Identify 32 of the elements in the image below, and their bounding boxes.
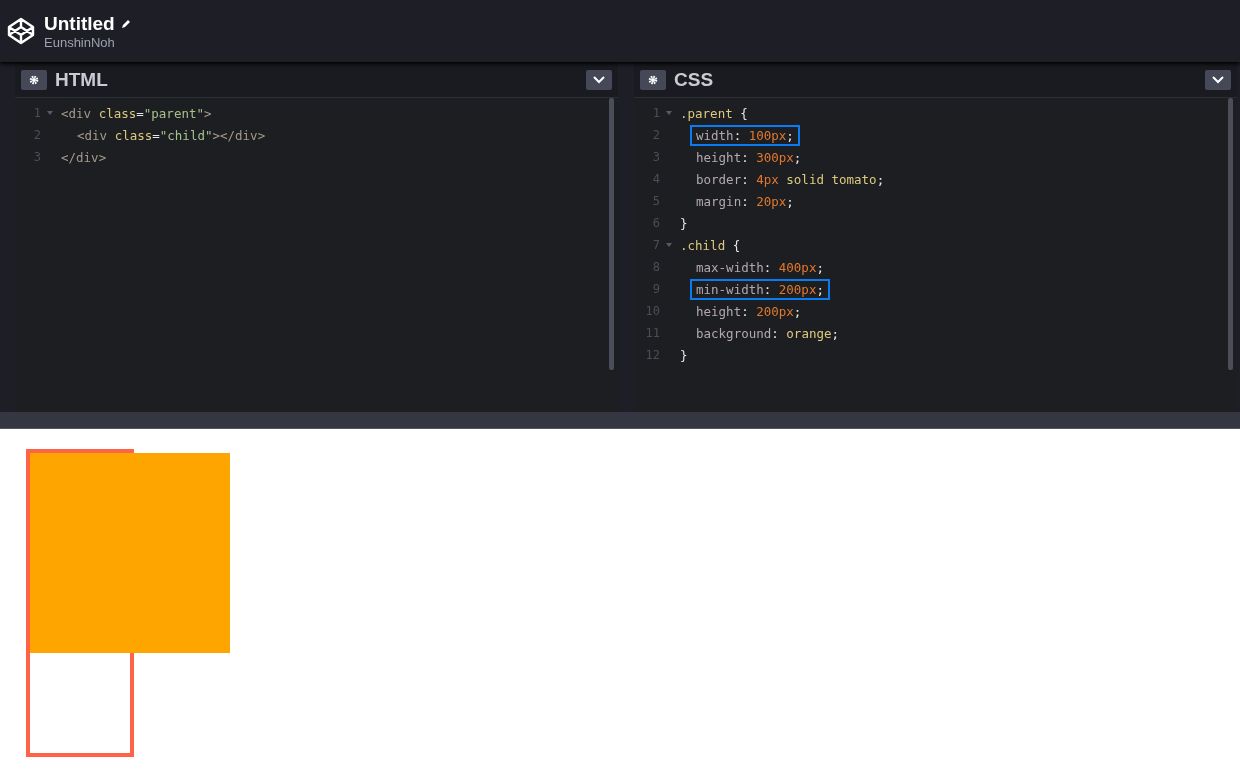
fold-arrow-icon[interactable] [666, 111, 672, 115]
code-line: border: 4px solid tomato; [695, 170, 886, 189]
pencil-icon[interactable] [119, 17, 132, 30]
code-line: <div class="parent"> [60, 104, 213, 123]
code-line: .parent { [679, 104, 749, 123]
logo-icon[interactable] [6, 16, 36, 46]
collapse-button[interactable] [586, 69, 612, 90]
code-line: margin: 20px; [695, 192, 795, 211]
fold-arrow-icon[interactable] [666, 243, 672, 247]
editor-title: HTML [55, 68, 109, 91]
editor-title: CSS [674, 68, 715, 91]
settings-button[interactable] [21, 69, 47, 90]
code-line: height: 300px; [695, 148, 803, 167]
code-line: height: 200px; [695, 302, 803, 321]
scrollbar[interactable] [1228, 98, 1233, 370]
code-line: background: orange; [695, 324, 840, 343]
code-line: <div class="child"></div> [76, 126, 267, 145]
settings-button[interactable] [640, 69, 666, 90]
code-line: } [679, 346, 689, 365]
chevron-down-icon [1212, 75, 1224, 84]
code-line: } [679, 214, 689, 233]
fold-arrow-icon[interactable] [47, 111, 53, 115]
scrollbar[interactable] [609, 98, 614, 370]
code-line: </div> [60, 148, 108, 167]
settings-icon [29, 74, 39, 85]
code-line: .child { [679, 236, 742, 255]
chevron-down-icon [593, 75, 605, 84]
collapse-button[interactable] [1205, 69, 1231, 90]
pen-title[interactable]: Untitled [44, 12, 115, 35]
code-line: max-width: 400px; [695, 258, 825, 277]
author-name[interactable]: EunshinNoh [44, 34, 132, 50]
settings-icon [648, 74, 658, 85]
